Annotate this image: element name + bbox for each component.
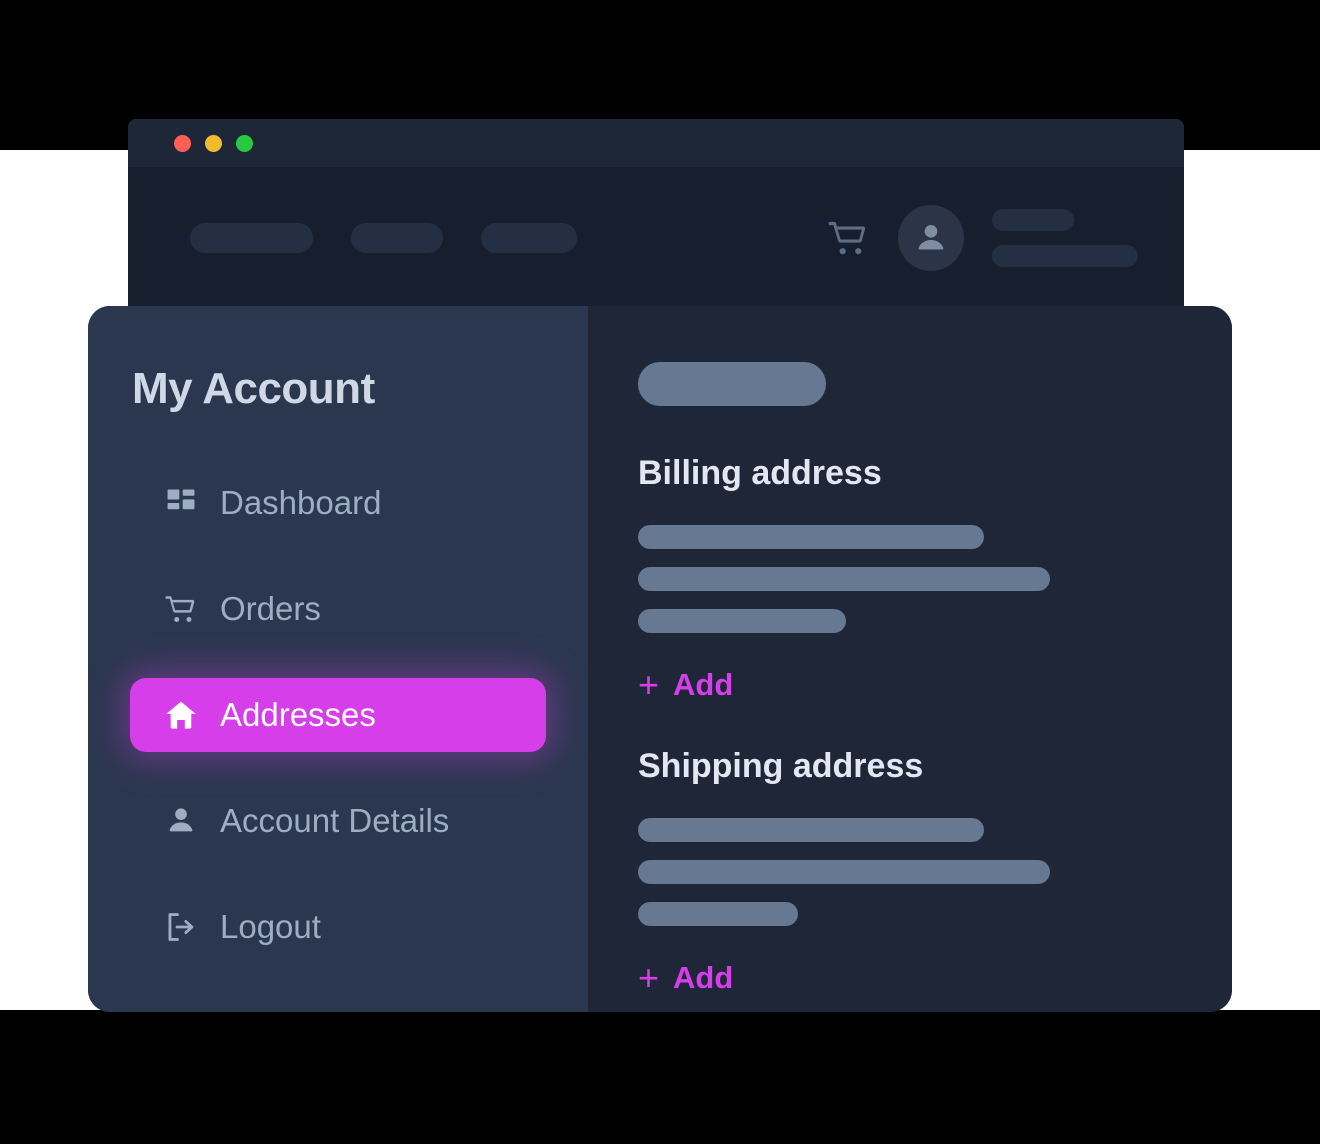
browser-window (128, 119, 1184, 309)
placeholder-line (638, 525, 984, 549)
user-name-placeholders (992, 209, 1138, 267)
header-placeholder (638, 362, 826, 406)
minimize-window-button[interactable] (205, 134, 222, 152)
sidebar-item-label: Orders (220, 590, 321, 627)
plus-icon: + (638, 957, 660, 998)
home-icon (164, 698, 198, 732)
nav-link-placeholder-3[interactable] (481, 223, 577, 253)
navbar-links (190, 223, 577, 253)
shipping-address-section: Shipping address + Add (638, 747, 1232, 996)
add-billing-address-button[interactable]: + Add (638, 667, 733, 703)
nav-link-placeholder-1[interactable] (190, 223, 313, 253)
site-navbar (128, 167, 1184, 309)
billing-address-section: Billing address + Add (638, 454, 1232, 703)
add-button-label: Add (673, 667, 734, 702)
plus-icon: + (638, 664, 660, 705)
sidebar-item-dashboard[interactable]: Dashboard (130, 466, 546, 540)
sidebar-item-orders[interactable]: Orders (130, 572, 546, 646)
logout-icon (164, 910, 198, 944)
account-sidebar: My Account Dashboard Orders Addresses Ac… (88, 306, 588, 1012)
shopping-cart-icon[interactable] (826, 216, 870, 260)
shipping-address-placeholders (638, 818, 1232, 926)
sidebar-item-addresses[interactable]: Addresses (130, 678, 546, 752)
sidebar-item-label: Account Details (220, 802, 450, 839)
section-title: Billing address (638, 454, 882, 492)
dashboard-grid-icon (164, 486, 198, 520)
navbar-right-cluster (826, 205, 1138, 271)
add-button-label: Add (673, 960, 734, 995)
billing-address-placeholders (638, 525, 1232, 633)
page-title: My Account (132, 364, 375, 413)
placeholder-line (638, 860, 1050, 884)
sidebar-item-logout[interactable]: Logout (130, 890, 546, 964)
shopping-cart-icon (164, 592, 198, 626)
placeholder-line (638, 609, 846, 633)
account-nav: Dashboard Orders Addresses Account Detai… (88, 466, 588, 964)
account-main-panel: Billing address + Add Shipping address +… (588, 306, 1232, 1012)
sidebar-item-account-details[interactable]: Account Details (130, 784, 546, 858)
placeholder-line (638, 567, 1050, 591)
sidebar-item-label: Dashboard (220, 484, 382, 521)
browser-titlebar (128, 119, 1184, 167)
user-line-placeholder-1 (992, 209, 1074, 231)
person-icon (164, 804, 198, 838)
maximize-window-button[interactable] (236, 134, 253, 152)
avatar[interactable] (898, 205, 964, 271)
add-shipping-address-button[interactable]: + Add (638, 960, 733, 996)
sidebar-item-label: Addresses (220, 696, 376, 733)
close-window-button[interactable] (174, 134, 191, 152)
sidebar-item-label: Logout (220, 908, 321, 945)
user-line-placeholder-2 (992, 245, 1138, 267)
screenshot-stage: My Account Dashboard Orders Addresses Ac… (0, 0, 1320, 1144)
my-account-card: My Account Dashboard Orders Addresses Ac… (88, 306, 1232, 1012)
placeholder-line (638, 902, 798, 926)
person-icon (918, 225, 944, 250)
nav-link-placeholder-2[interactable] (351, 223, 443, 253)
section-title: Shipping address (638, 747, 924, 785)
placeholder-line (638, 818, 984, 842)
